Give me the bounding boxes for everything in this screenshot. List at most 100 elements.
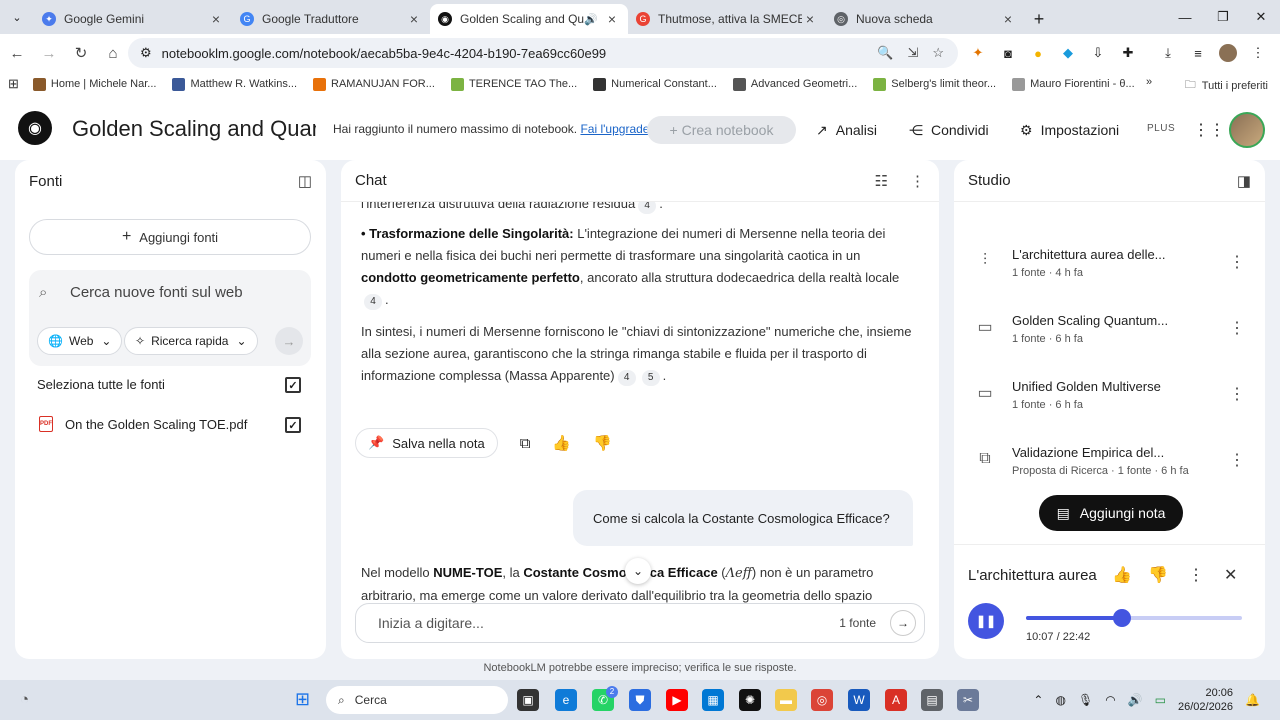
source-item[interactable]: PDF On the Golden Scaling TOE.pdf (39, 416, 247, 432)
edge-icon[interactable]: e (555, 689, 577, 711)
restore-button[interactable]: ❐ (1204, 0, 1242, 34)
downloads-icon[interactable]: ⤓ (1158, 43, 1178, 63)
save-note-button[interactable]: 📌 Salva nella nota (355, 428, 498, 458)
task-view-icon[interactable]: ▣ (517, 689, 539, 711)
more-vert-icon[interactable]: ⋮ (1229, 384, 1245, 404)
upgrade-link[interactable]: Fai l'upgrade (580, 122, 649, 136)
add-note-button[interactable]: ▤ Aggiungi nota (1039, 495, 1183, 531)
microphone-icon[interactable]: 🎙 (1078, 693, 1093, 707)
close-window-button[interactable]: ✕ (1242, 0, 1280, 34)
close-tab-icon[interactable]: × (406, 11, 422, 27)
chatgpt-icon[interactable]: ✺ (739, 689, 761, 711)
studio-item[interactable]: ▭ Golden Scaling Quantum... 1 fonte · 6 h … (954, 296, 1265, 362)
analytics-button[interactable]: ↗ Analisi (816, 116, 877, 144)
browser-tab[interactable]: G Google Traduttore × (232, 4, 430, 34)
bookmark-item[interactable]: TERENCE TAO The... (450, 77, 577, 91)
close-tab-icon[interactable]: × (802, 11, 818, 27)
share-button[interactable]: ⋲ Condividi (909, 116, 989, 144)
chat-input[interactable]: Inizia a digitare... 1 fonte → (355, 603, 925, 643)
close-tab-icon[interactable]: × (604, 11, 620, 27)
more-vert-icon[interactable]: ⋮ (910, 172, 925, 190)
home-button[interactable]: ⌂ (98, 38, 128, 68)
notification-icon[interactable]: 🔔 (1245, 693, 1260, 707)
web-chip[interactable]: 🌐 Web ⌄ (37, 327, 123, 355)
extension-icon[interactable]: ✦ (968, 43, 988, 63)
apps-grid-icon[interactable]: ⊞ (8, 76, 19, 92)
media-control-icon[interactable]: ≡ (1188, 43, 1208, 63)
all-bookmarks[interactable]: 🗀 Tutti i preferiti (1185, 76, 1268, 95)
zoom-icon[interactable]: 🔍 (877, 45, 893, 61)
calculator-icon[interactable]: ▤ (921, 689, 943, 711)
bookmark-item[interactable]: Selberg's limit theor... (873, 77, 996, 91)
send-button[interactable]: → (890, 610, 916, 636)
battery-icon[interactable]: ▭ (1155, 693, 1166, 707)
studio-item[interactable]: ▭ Unified Golden Multiverse 1 fonte · 6 h … (954, 362, 1265, 428)
address-bar[interactable]: ⚙ notebooklm.google.com/notebook/aecab5b… (128, 38, 958, 68)
taskbar-search[interactable]: ⌕ Cerca (326, 686, 508, 714)
file-explorer-icon[interactable]: ▬ (775, 689, 797, 711)
wifi-icon[interactable]: ◠ (1105, 693, 1115, 707)
bookmark-item[interactable]: RAMANUJAN FOR... (313, 77, 435, 91)
create-notebook-button[interactable]: + Crea notebook (647, 116, 796, 144)
citation-chip[interactable]: 4 (638, 202, 657, 214)
reload-button[interactable]: ↻ (66, 38, 96, 68)
bookmark-item[interactable]: Advanced Geometri... (732, 77, 857, 91)
bookmark-item[interactable]: Numerical Constant... (593, 77, 717, 91)
close-icon[interactable]: ✕ (1224, 565, 1237, 585)
tab-search-menu[interactable]: ⌄ (0, 0, 34, 34)
widgets-icon[interactable]: ◔ (20, 691, 29, 708)
download-extension-icon[interactable]: ⇩ (1088, 43, 1108, 63)
more-vert-icon[interactable]: ⋮ (1229, 450, 1245, 470)
bookmark-item[interactable]: Matthew R. Watkins... (172, 77, 297, 91)
source-checkbox[interactable]: ✓ (285, 417, 301, 433)
close-tab-icon[interactable]: × (208, 11, 224, 27)
collapse-panel-icon[interactable]: ◫ (298, 172, 312, 190)
browser-tab[interactable]: ◎ Nuova scheda × (826, 4, 1024, 34)
profile-avatar-icon[interactable] (1218, 43, 1238, 63)
thumb-down-icon[interactable]: 👎 (593, 434, 612, 452)
thumb-down-icon[interactable]: 👎 (1148, 565, 1168, 585)
youtube-icon[interactable]: ▶ (666, 689, 688, 711)
web-search-input[interactable]: Cerca nuove fonti sul web (70, 284, 243, 301)
more-vert-icon[interactable]: ⋮ (1229, 252, 1245, 272)
account-avatar[interactable] (1229, 112, 1265, 148)
defender-icon[interactable]: ⛊ (629, 689, 651, 711)
pause-button[interactable]: ❚❚ (968, 603, 1004, 639)
bookmark-star-icon[interactable]: ☆ (932, 45, 944, 61)
tune-icon[interactable]: ☷ (875, 172, 888, 190)
copy-icon[interactable]: ⧉ (520, 435, 531, 452)
citation-chip[interactable]: 4 (617, 370, 636, 386)
thumb-up-icon[interactable]: 👍 (1112, 565, 1132, 585)
studio-item[interactable]: ⧉ Validazione Empirica del... Proposta di … (954, 428, 1265, 494)
speaker-icon[interactable]: 🔊 (584, 13, 598, 26)
progress-knob[interactable] (1113, 609, 1132, 627)
notebook-title[interactable]: Golden Scaling and Quantum (72, 116, 316, 142)
thumb-up-icon[interactable]: 👍 (552, 434, 571, 452)
site-info-icon[interactable]: ⚙ (140, 45, 152, 61)
more-bookmarks-icon[interactable]: » (1146, 76, 1152, 88)
add-sources-button[interactable]: + Aggiungi fonti (29, 219, 311, 255)
menu-icon[interactable]: ⋮ (1248, 43, 1268, 63)
research-mode-chip[interactable]: ✧ Ricerca rapida ⌄ (124, 327, 258, 355)
extensions-puzzle-icon[interactable]: ✚ (1118, 43, 1138, 63)
snipping-tool-icon[interactable]: ✂ (957, 689, 979, 711)
search-extension-icon[interactable]: ● (1028, 43, 1048, 63)
notebooklm-logo-icon[interactable]: ◉ (18, 111, 52, 145)
word-icon[interactable]: W (848, 689, 870, 711)
citation-chip[interactable]: 5 (641, 370, 660, 386)
more-vert-icon[interactable]: ⋮ (1188, 565, 1204, 585)
volume-icon[interactable]: 🔊 (1128, 693, 1143, 707)
camera-extension-icon[interactable]: ◙ (998, 43, 1018, 63)
install-icon[interactable]: ⇲ (907, 45, 918, 61)
store-icon[interactable]: ▦ (702, 689, 724, 711)
chevron-up-icon[interactable]: ⌃ (1033, 693, 1043, 707)
scroll-down-button[interactable]: ⌄ (625, 558, 651, 584)
bookmark-item[interactable]: Mauro Fiorentini - θ... (1012, 77, 1135, 91)
citation-chip[interactable]: 4 (364, 294, 382, 310)
progress-slider[interactable] (1026, 609, 1242, 627)
close-tab-icon[interactable]: × (1000, 11, 1016, 27)
start-windows-icon[interactable]: ⊞ (295, 689, 310, 710)
bookmark-item[interactable]: Home | Michele Nar... (32, 77, 156, 91)
browser-tab[interactable]: ◉ Golden Scaling and Quantu🔊 × (430, 4, 628, 34)
select-all-checkbox[interactable]: ✓ (285, 377, 301, 393)
